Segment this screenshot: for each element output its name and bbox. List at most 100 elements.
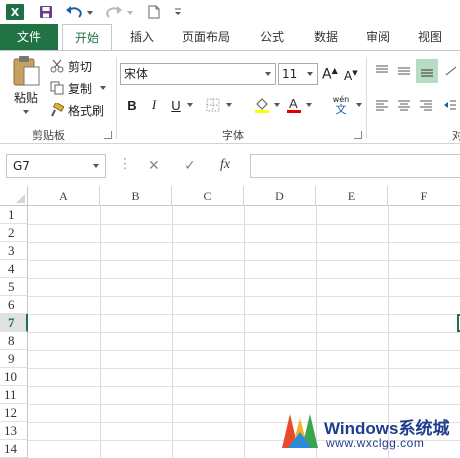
fill-color-button[interactable] [252,95,282,115]
group-divider [116,57,117,139]
tab-formulas[interactable]: 公式 [252,24,292,50]
enter-icon[interactable]: ✓ [184,158,196,174]
align-middle-button[interactable] [394,61,414,81]
increase-font-button[interactable]: A▲ [322,65,338,83]
watermark-url: www.wxclgg.com [326,436,425,450]
format-painter-icon [51,103,64,117]
chevron-down-icon [226,103,232,107]
font-size-select[interactable]: 11 [278,63,318,85]
align-right-button[interactable] [416,95,436,115]
column-header-a[interactable]: A [28,186,100,206]
phonetic-char: 文 [335,102,347,116]
undo-icon[interactable] [64,2,94,22]
paste-button[interactable]: 粘贴 [8,55,44,121]
new-document-icon[interactable] [146,2,162,22]
orientation-button[interactable] [442,61,460,81]
clipboard-group-label: 剪贴板 [32,129,65,142]
row-header[interactable]: 9 [0,350,28,368]
phonetic-guide-button[interactable]: wén 文 [328,95,354,115]
clipboard-launcher-icon[interactable] [104,131,112,139]
row-header[interactable]: 14 [0,440,28,458]
gridline [28,224,460,225]
formula-input[interactable] [250,154,460,178]
row-header[interactable]: 12 [0,404,28,422]
font-name-select[interactable]: 宋体 [120,63,276,85]
decrease-font-button[interactable]: A▼ [344,67,358,85]
tab-review[interactable]: 审阅 [358,24,398,50]
copy-button[interactable]: 复制 [50,79,107,97]
redo-icon[interactable] [104,2,134,22]
paste-dropdown-icon [23,110,29,114]
paste-label: 粘贴 [13,91,38,105]
row-header[interactable]: 4 [0,260,28,278]
customize-dropdown-icon[interactable] [172,2,184,22]
column-header-b[interactable]: B [100,186,172,206]
font-launcher-icon[interactable] [354,131,362,139]
format-painter-button[interactable]: 格式刷 [50,101,104,119]
gridline [28,368,460,369]
copy-label: 复制 [68,81,93,96]
align-left-button[interactable] [372,95,392,115]
cut-button[interactable]: 剪切 [50,57,92,75]
tab-view[interactable]: 视图 [410,24,450,50]
gridline [28,332,460,333]
row-header[interactable]: 6 [0,296,28,314]
align-bottom-icon [421,69,433,77]
row-header[interactable]: 11 [0,386,28,404]
column-header-c[interactable]: C [172,186,244,206]
tab-data[interactable]: 数据 [306,24,346,50]
gridline [28,350,460,351]
border-icon [206,98,220,112]
align-center-icon [398,100,410,111]
column-header-f[interactable]: F [388,186,460,206]
border-button[interactable] [204,95,234,115]
name-box-value: G7 [13,159,30,173]
svg-text:A: A [289,96,298,111]
formula-bar: G7 ⋮ ✕ ✓ fx [0,148,460,184]
column-header-e[interactable]: E [316,186,388,206]
italic-button[interactable]: I [146,95,162,115]
tab-page-layout[interactable]: 页面布局 [176,24,236,50]
row-header[interactable]: 1 [0,206,28,224]
align-top-button[interactable] [372,61,392,81]
chevron-down-icon [307,72,313,76]
align-bottom-button[interactable] [416,59,438,83]
tab-home[interactable]: 开始 [62,24,112,51]
save-icon[interactable] [36,2,56,22]
font-group-label: 字体 [222,129,244,142]
row-header[interactable]: 10 [0,368,28,386]
row-header-selected[interactable]: 7 [0,314,28,332]
row-header[interactable]: 5 [0,278,28,296]
phonetic-dropdown[interactable] [354,95,364,115]
column-header-d[interactable]: D [244,186,316,206]
name-box[interactable]: G7 [6,154,106,178]
gridline [28,278,460,279]
row-header[interactable]: 3 [0,242,28,260]
align-middle-icon [398,67,410,75]
decrease-indent-button[interactable] [440,95,460,115]
gridline [28,260,460,261]
row-header[interactable]: 2 [0,224,28,242]
alignment-group-label: 对 [452,129,460,142]
chevron-down-icon [187,103,193,107]
decrease-indent-icon [444,100,456,110]
cancel-icon[interactable]: ✕ [148,158,160,174]
tab-insert[interactable]: 插入 [122,24,162,50]
tab-file[interactable]: 文件 [0,24,58,50]
excel-logo-letter: X [10,5,20,19]
align-center-button[interactable] [394,95,414,115]
row-header[interactable]: 8 [0,332,28,350]
bold-button[interactable]: B [124,95,140,115]
insert-function-icon[interactable]: fx [220,157,230,173]
scissors-icon [50,59,64,73]
underline-button[interactable]: U [168,95,184,115]
select-all-button[interactable] [0,186,28,206]
chevron-down-icon [306,103,312,107]
font-color-icon: A [287,96,301,113]
chevron-down-icon [265,72,271,76]
row-header[interactable]: 13 [0,422,28,440]
font-color-button[interactable]: A [284,95,314,115]
underline-dropdown[interactable] [184,95,196,115]
format-painter-label: 格式刷 [68,103,105,118]
font-name-value: 宋体 [124,67,149,81]
